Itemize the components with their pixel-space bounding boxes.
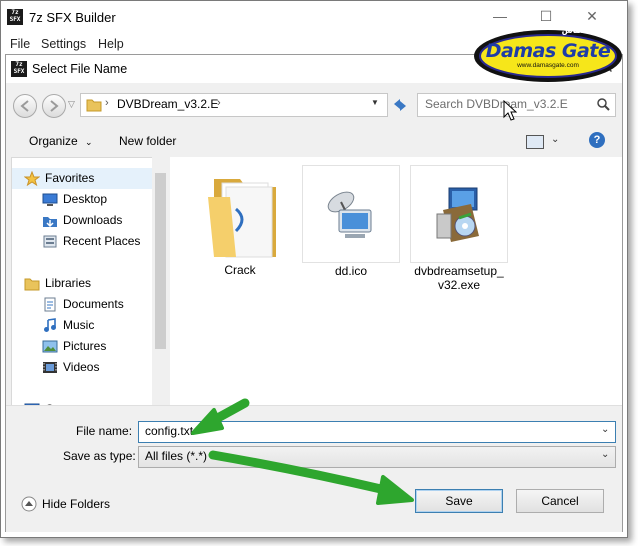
logo-url: www.damasgate.com <box>517 62 579 69</box>
arrow-to-save-icon <box>208 450 414 505</box>
logo-text: Damas Gate <box>485 40 611 62</box>
damas-gate-logo: Damas Gate www.damasgate.com بوابة داماس <box>470 22 630 84</box>
logo-arabic: بوابة داماس <box>561 26 609 35</box>
mouse-cursor-icon <box>503 100 517 121</box>
arrow-to-filename-icon <box>191 398 250 435</box>
